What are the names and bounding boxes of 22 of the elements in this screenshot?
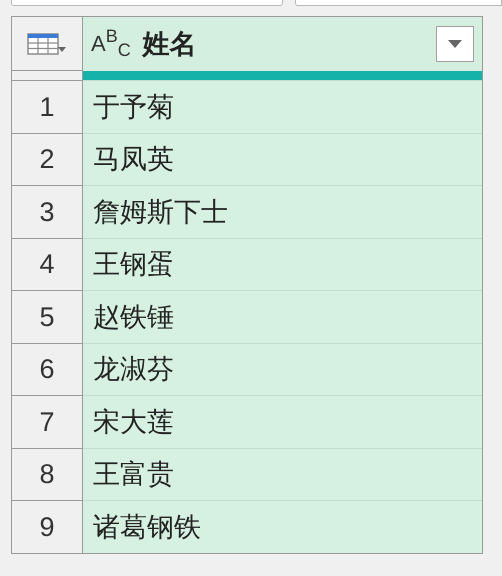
table-cell: 龙淑芬	[83, 342, 482, 395]
row-number: 2	[12, 132, 83, 185]
table-cell: 王钢蛋	[83, 238, 482, 290]
table-cell: 马凤英	[83, 132, 482, 185]
row-number: 3	[12, 185, 83, 238]
row-number: 4	[12, 238, 83, 290]
caret-icon	[448, 40, 462, 48]
filter-dropdown-button[interactable]	[436, 26, 474, 62]
row-number: 8	[12, 448, 83, 500]
row-number: 5	[12, 290, 83, 342]
table-cell: 宋大莲	[83, 395, 482, 448]
table-menu-icon[interactable]	[27, 32, 67, 56]
row-number: 7	[12, 395, 83, 448]
table-cell: 赵铁锤	[83, 290, 482, 342]
row-number: 9	[12, 500, 83, 552]
table-cell: 于予菊	[83, 80, 482, 132]
row-number: 1	[12, 80, 83, 132]
row-number: 6	[12, 342, 83, 395]
table-cell: 王富贵	[83, 448, 482, 500]
table-cell: 詹姆斯下士	[83, 185, 482, 238]
table-cell: 诸葛钢铁	[83, 500, 482, 552]
column-header: 姓名	[142, 28, 197, 61]
